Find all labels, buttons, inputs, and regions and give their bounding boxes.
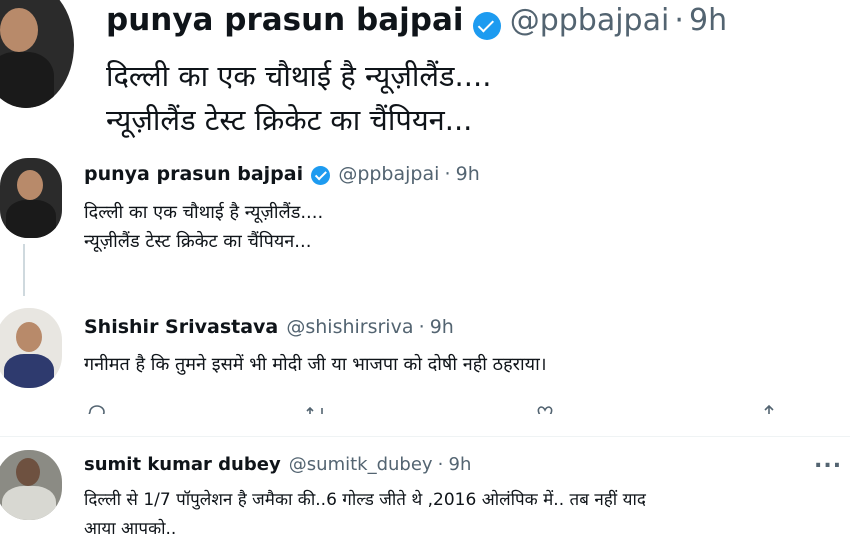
tweet-text-line: न्यूज़ीलैंड टेस्ट क्रिकेट का चैंपियन...	[84, 231, 312, 252]
user-name[interactable]: punya prasun bajpai	[84, 163, 303, 185]
tweet-header: punya prasun bajpai @ppbajpai · 9h	[84, 163, 480, 185]
tweet-text-line: दिल्ली का एक चौथाई है न्यूज़ीलैंड....	[84, 202, 324, 223]
user-handle[interactable]: @shishirsriva	[286, 316, 413, 338]
tweet-text-line: आया आपको..	[84, 519, 177, 539]
tweet-text-line: दिल्ली से 1/7 पॉपुलेशन है जमैका की..6 गो…	[84, 490, 646, 510]
user-name[interactable]: Shishir Srivastava	[84, 316, 278, 338]
separator-dot: ·	[437, 454, 444, 475]
tweet-text-line: दिल्ली का एक चौथाई है न्यूज़ीलैंड....	[106, 59, 492, 93]
tweet-header: punya prasun bajpai @ppbajpai · 9h	[106, 2, 727, 46]
verified-badge-icon	[472, 11, 501, 40]
tweet-actions	[0, 398, 850, 414]
thread-line	[23, 244, 25, 296]
verified-badge-icon	[311, 166, 331, 185]
tweet-header: sumit kumar dubey @sumitk_dubey · 9h	[84, 454, 471, 475]
tweet-text-line: न्यूज़ीलैंड टेस्ट क्रिकेट का चैंपियन...	[106, 103, 473, 137]
avatar[interactable]	[0, 308, 62, 388]
tweet-text: दिल्ली का एक चौथाई है न्यूज़ीलैंड.... न्…	[106, 54, 491, 142]
tweet-text-line: गनीमत है कि तुमने इसमें भी मोदी जी या भा…	[84, 354, 547, 375]
tweet-header: Shishir Srivastava @shishirsriva · 9h	[84, 316, 454, 338]
more-options-icon[interactable]: ...	[814, 448, 842, 473]
tweet-text: गनीमत है कि तुमने इसमें भी मोदी जी या भा…	[84, 350, 547, 379]
avatar[interactable]	[0, 0, 74, 108]
avatar[interactable]	[0, 450, 62, 520]
tweet-text: दिल्ली का एक चौथाई है न्यूज़ीलैंड.... न्…	[84, 198, 323, 256]
separator-dot: ·	[674, 3, 684, 38]
tweet-time[interactable]: 9h	[449, 454, 472, 475]
tweet-text: दिल्ली से 1/7 पॉपुलेशन है जमैका की..6 गो…	[84, 486, 646, 544]
separator-dot: ·	[444, 163, 451, 185]
like-icon[interactable]	[534, 402, 556, 414]
tweet-time[interactable]: 9h	[689, 3, 727, 38]
retweet-icon[interactable]	[304, 402, 328, 414]
tweet-time[interactable]: 9h	[456, 163, 480, 185]
separator-dot: ·	[418, 316, 425, 338]
user-handle[interactable]: @ppbajpai	[510, 3, 670, 38]
tweet-time[interactable]: 9h	[430, 316, 454, 338]
user-name[interactable]: sumit kumar dubey	[84, 454, 281, 475]
avatar[interactable]	[0, 158, 62, 238]
reply-icon[interactable]	[86, 402, 108, 414]
divider	[0, 436, 850, 437]
share-icon[interactable]	[758, 402, 780, 414]
user-handle[interactable]: @ppbajpai	[338, 163, 439, 185]
user-handle[interactable]: @sumitk_dubey	[289, 454, 433, 475]
user-name[interactable]: punya prasun bajpai	[106, 2, 464, 38]
